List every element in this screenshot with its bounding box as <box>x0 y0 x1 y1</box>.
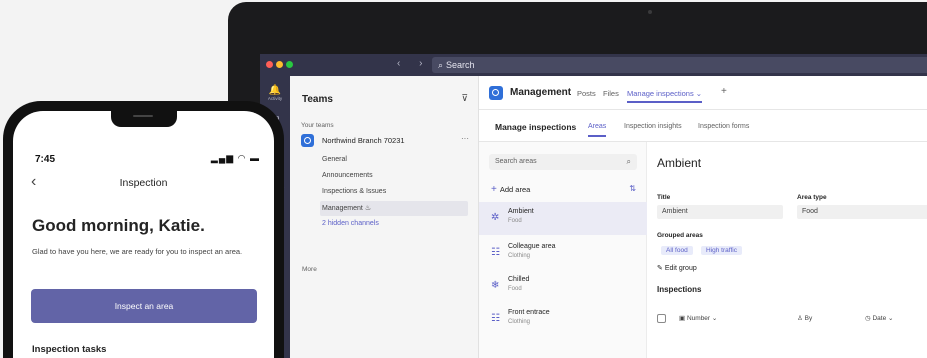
close-window-dot[interactable] <box>266 61 273 68</box>
tab-manage-inspections[interactable]: Manage inspections ⌄ <box>627 89 703 103</box>
chip-high-traffic[interactable]: High traffic <box>701 246 742 255</box>
area-icon: ❄ <box>491 280 500 291</box>
edit-group-link[interactable]: ✎ Edit group <box>657 264 697 272</box>
teams-window: ‹ › ⌕Search 🔔Activity ▤Chat ❖Teams ▦Cale… <box>260 54 927 358</box>
search-icon: ⌕ <box>438 60 444 70</box>
maximize-window-dot[interactable] <box>286 61 293 68</box>
search-icon: ⌕ <box>626 157 631 166</box>
camera-dot <box>648 10 652 14</box>
title-field[interactable]: Ambient <box>657 205 783 219</box>
subtab-areas[interactable]: Areas <box>588 123 607 137</box>
main-pane: Management Posts Files Manage inspection… <box>479 76 927 358</box>
team-name: Northwind Branch 70231 <box>322 136 405 145</box>
column-by[interactable]: ♙ By <box>797 314 812 322</box>
channel-title: Management <box>510 87 572 98</box>
hash-icon: ▣ <box>679 315 686 322</box>
channel-header: Management Posts Files Manage inspection… <box>479 76 927 110</box>
channel-logo-icon <box>489 86 503 100</box>
subtab-inspection-forms[interactable]: Inspection forms <box>698 123 749 130</box>
inspect-area-button[interactable]: Inspect an area <box>31 289 257 323</box>
hidden-channels-link[interactable]: 2 hidden channels <box>322 220 379 227</box>
tab-files[interactable]: Files <box>603 89 619 98</box>
person-icon: ♙ <box>797 315 803 322</box>
tab-posts[interactable]: Posts <box>577 89 596 98</box>
sort-icon[interactable]: ⇅ <box>629 184 636 193</box>
your-teams-label: Your teams <box>301 122 334 129</box>
laptop-frame: ‹ › ⌕Search 🔔Activity ▤Chat ❖Teams ▦Cale… <box>228 2 927 358</box>
filter-icon[interactable]: ⊽ <box>461 93 468 104</box>
subtab-inspection-insights[interactable]: Inspection insights <box>624 123 682 130</box>
pencil-icon: ✎ <box>657 265 663 272</box>
areas-list: Search areas ⌕ + Add area ⇅ ✲ Ambient Foo… <box>479 142 647 358</box>
phone-notch <box>111 111 177 127</box>
column-date[interactable]: ◷ Date ⌄ <box>865 314 893 322</box>
status-time: 7:45 <box>35 154 56 165</box>
greeting-subtitle: Glad to have you here, we are ready for … <box>32 247 243 256</box>
teams-list-pane: Teams ⊽ Your teams Northwind Branch 7023… <box>290 76 479 358</box>
area-type-label: Area type <box>797 194 827 201</box>
select-all-checkbox[interactable] <box>657 314 666 323</box>
area-type-select[interactable]: Food <box>797 205 927 219</box>
chip-all-food[interactable]: All food <box>661 246 693 255</box>
phone-screen: 7:45 ▂▄▆ ◠ ▬ ‹ Inspection Good morning, … <box>13 111 274 358</box>
search-bar[interactable]: ⌕ Search <box>432 57 927 73</box>
list-item[interactable]: ☷ Colleague area Clothing <box>479 237 647 270</box>
column-number[interactable]: ▣ Number ⌄ <box>679 314 717 322</box>
search-placeholder: Search <box>446 60 475 70</box>
list-item[interactable]: ☷ Front entrace Clothing <box>479 303 647 336</box>
phone-frame: 7:45 ▂▄▆ ◠ ▬ ‹ Inspection Good morning, … <box>3 101 284 358</box>
bell-icon: 🔔 <box>268 85 282 96</box>
list-item[interactable]: ❄ Chilled Food <box>479 270 647 303</box>
phone-nav-title: Inspection <box>119 177 168 189</box>
team-logo-icon <box>301 134 314 147</box>
inspection-tasks-heading: Inspection tasks <box>32 344 107 355</box>
manage-inspections-title: Manage inspections <box>495 122 577 132</box>
add-tab-button[interactable]: + <box>721 86 727 97</box>
channel-announcements[interactable]: Announcements <box>322 172 373 179</box>
area-search-input[interactable]: Search areas ⌕ <box>489 154 637 170</box>
list-item[interactable]: ✲ Ambient Food <box>479 202 647 235</box>
teams-title: Teams <box>302 94 333 105</box>
plus-icon: + <box>491 184 497 195</box>
nav-arrows[interactable]: ‹ › <box>397 58 430 69</box>
area-icon: ☷ <box>491 313 500 324</box>
clock-icon: ◷ <box>865 315 871 322</box>
title-label: Title <box>657 194 671 201</box>
status-icons: ▂▄▆ ◠ ▬ <box>210 153 260 163</box>
channel-general[interactable]: General <box>322 156 347 163</box>
area-title: Ambient <box>657 156 702 170</box>
inspections-title: Inspections <box>657 285 702 294</box>
more-label: More <box>302 266 317 273</box>
channel-management[interactable]: Management ♨ <box>320 201 468 216</box>
more-options-icon[interactable]: ··· <box>461 134 469 143</box>
add-area-button[interactable]: + Add area <box>491 184 530 195</box>
area-icon: ☷ <box>491 247 500 258</box>
minimize-window-dot[interactable] <box>276 61 283 68</box>
channel-icon: ♨ <box>364 205 372 212</box>
team-row[interactable]: Northwind Branch 70231 ··· <box>300 134 475 148</box>
inspections-subheader: Manage inspections Areas Inspection insi… <box>479 110 927 142</box>
channel-inspections[interactable]: Inspections & Issues <box>322 188 386 195</box>
area-icon: ✲ <box>491 212 500 223</box>
grouped-areas-label: Grouped areas <box>657 232 703 239</box>
rail-item-activity[interactable]: 🔔 Activity <box>260 86 290 102</box>
title-bar: ‹ › ⌕ Search <box>260 54 927 76</box>
area-detail: Ambient Title Ambient Area type Food Gro… <box>647 142 927 358</box>
greeting-heading: Good morning, Katie. <box>32 216 205 235</box>
